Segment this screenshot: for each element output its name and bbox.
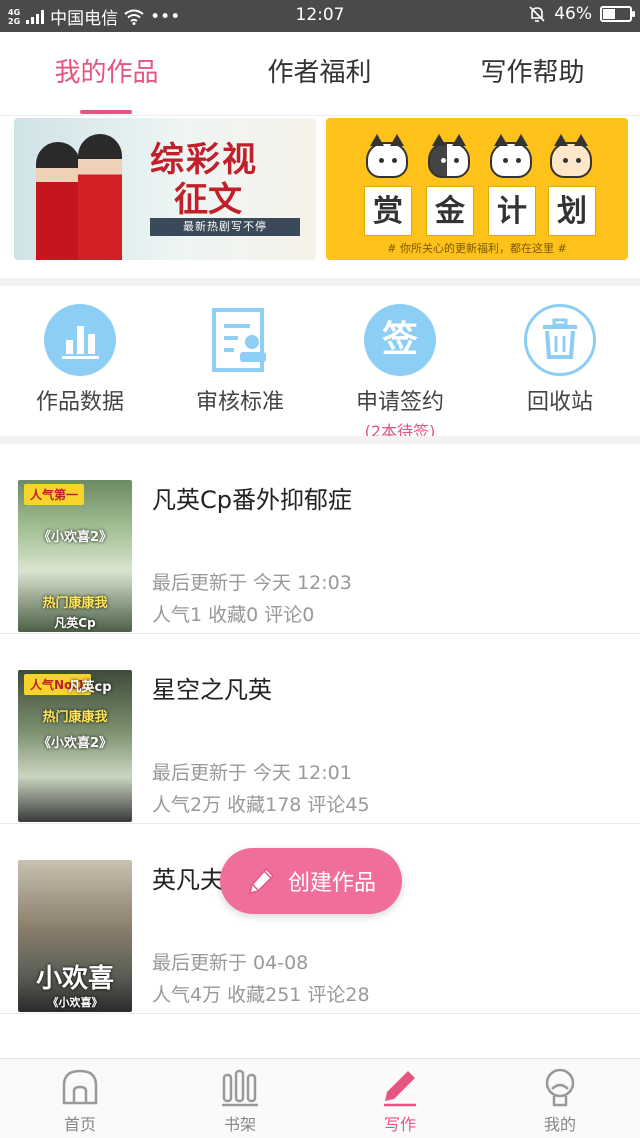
work-title: 星空之凡英 bbox=[152, 676, 272, 704]
banner-reward-plan[interactable]: 赏 金 计 划 # 你所关心的更新福利，都在这里 # bbox=[326, 118, 628, 260]
shortcut-recycle-bin[interactable]: 回收站 bbox=[480, 304, 640, 416]
sign-glyph: 签 bbox=[381, 319, 418, 360]
work-cover: 人气No.1 凡英cp 热门康康我 《小欢喜2》 bbox=[18, 670, 132, 822]
bottom-nav: 首页 书架 写作 我的 bbox=[0, 1058, 640, 1138]
work-cover: 小欢喜 《小欢喜》 bbox=[18, 860, 132, 1012]
figure-right bbox=[78, 134, 122, 260]
nav-label: 首页 bbox=[63, 1115, 96, 1134]
cover-text: 《小欢喜2》 bbox=[37, 530, 113, 545]
active-tab-indicator bbox=[80, 110, 132, 114]
work-title: 凡英Cp番外抑郁症 bbox=[152, 486, 352, 514]
cover-text: 《小欢喜2》 bbox=[37, 736, 113, 751]
nav-label: 我的 bbox=[543, 1115, 576, 1134]
create-work-button[interactable]: 创建作品 bbox=[220, 848, 402, 914]
mute-bell-icon bbox=[529, 6, 545, 22]
shortcut-apply-contract[interactable]: 签 申请签约 (2本待签) bbox=[320, 304, 480, 442]
work-stats: 人气2万 收藏178 评论45 bbox=[152, 794, 370, 816]
reward-caption: # 你所关心的更新福利，都在这里 # bbox=[387, 242, 567, 255]
nav-profile[interactable]: 我的 bbox=[480, 1067, 640, 1135]
shortcut-row: 作品数据 审核标准 签 申请签约 (2本待签) 回收站 bbox=[0, 286, 640, 441]
tab-my-works[interactable]: 我的作品 bbox=[0, 52, 213, 89]
cover-text: 小欢喜 bbox=[35, 964, 114, 994]
cover-text: 凡英Cp bbox=[54, 616, 96, 630]
bookshelf-icon bbox=[222, 1069, 258, 1107]
cat-icon bbox=[546, 128, 596, 182]
create-work-label: 创建作品 bbox=[287, 871, 376, 896]
nav-bookshelf[interactable]: 书架 bbox=[160, 1067, 320, 1135]
status-bar: 4G 2G 中国电信 ••• 12:07 46% bbox=[0, 0, 640, 32]
nav-label: 书架 bbox=[223, 1115, 256, 1134]
work-updated: 最后更新于 今天 12:01 bbox=[152, 762, 352, 784]
cover-badge: 人气第一 bbox=[24, 484, 85, 505]
work-stats: 人气1 收藏0 评论0 bbox=[152, 604, 315, 626]
tab-writing-help[interactable]: 写作帮助 bbox=[426, 52, 639, 89]
banner-drama-contest[interactable]: 综彩视 征文 最新热剧写不停 bbox=[14, 118, 316, 260]
figure-left bbox=[36, 142, 80, 260]
tab-author-benefits[interactable]: 作者福利 bbox=[213, 52, 426, 89]
list-item[interactable]: 人气第一 《小欢喜2》 热门康康我 凡英Cp 凡英Cp番外抑郁症 最后更新于 今… bbox=[0, 444, 640, 634]
battery-percent: 46% bbox=[554, 4, 592, 24]
banner-row: 综彩视 征文 最新热剧写不停 赏 金 计 划 # 你所关心的更新福利，都在这里 … bbox=[0, 116, 640, 278]
shortcut-label: 回收站 bbox=[526, 390, 593, 415]
trash-icon bbox=[524, 304, 596, 376]
banner-title-line2: 征文 bbox=[174, 180, 242, 220]
nav-write[interactable]: 写作 bbox=[320, 1067, 480, 1135]
document-review-icon bbox=[204, 304, 276, 376]
nav-label: 写作 bbox=[383, 1115, 416, 1134]
write-icon bbox=[384, 1071, 416, 1107]
bar-chart-icon bbox=[44, 304, 116, 376]
work-updated: 最后更新于 今天 12:03 bbox=[152, 572, 352, 594]
shortcut-label: 审核标准 bbox=[195, 390, 284, 415]
section-divider bbox=[0, 278, 640, 286]
cover-text: 热门康康我 bbox=[42, 596, 108, 611]
list-item[interactable]: 人气No.1 凡英cp 热门康康我 《小欢喜2》 星空之凡英 最后更新于 今天 … bbox=[0, 634, 640, 824]
work-updated: 最后更新于 04-08 bbox=[152, 952, 309, 974]
shortcut-label: 申请签约 bbox=[355, 390, 444, 415]
reward-char-1: 赏 bbox=[364, 186, 412, 236]
work-title: 英凡夫 bbox=[152, 866, 224, 894]
cat-icon bbox=[362, 128, 412, 182]
shortcut-label: 作品数据 bbox=[35, 390, 124, 415]
shortcut-work-data[interactable]: 作品数据 bbox=[0, 304, 160, 416]
shortcut-review-standard[interactable]: 审核标准 bbox=[160, 304, 320, 416]
banner-ribbon: 最新热剧写不停 bbox=[150, 218, 300, 236]
pencil-icon bbox=[248, 867, 275, 895]
work-cover: 人气第一 《小欢喜2》 热门康康我 凡英Cp bbox=[18, 480, 132, 632]
reward-char-2: 金 bbox=[426, 186, 474, 236]
cover-text: 凡英cp bbox=[68, 680, 112, 695]
cover-text: 热门康康我 bbox=[42, 710, 108, 725]
cover-text: 《小欢喜》 bbox=[47, 996, 103, 1009]
section-divider bbox=[0, 436, 640, 444]
nav-home[interactable]: 首页 bbox=[0, 1067, 160, 1135]
home-icon bbox=[62, 1069, 98, 1105]
cat-icon bbox=[424, 128, 474, 182]
sign-contract-icon: 签 bbox=[364, 304, 436, 376]
work-stats: 人气4万 收藏251 评论28 bbox=[152, 984, 370, 1006]
profile-icon bbox=[545, 1068, 575, 1107]
top-tabs: 我的作品 作者福利 写作帮助 bbox=[0, 32, 640, 116]
cat-icon bbox=[486, 128, 536, 182]
reward-char-3: 计 bbox=[488, 186, 536, 236]
reward-char-4: 划 bbox=[548, 186, 596, 236]
battery-icon bbox=[600, 6, 635, 22]
